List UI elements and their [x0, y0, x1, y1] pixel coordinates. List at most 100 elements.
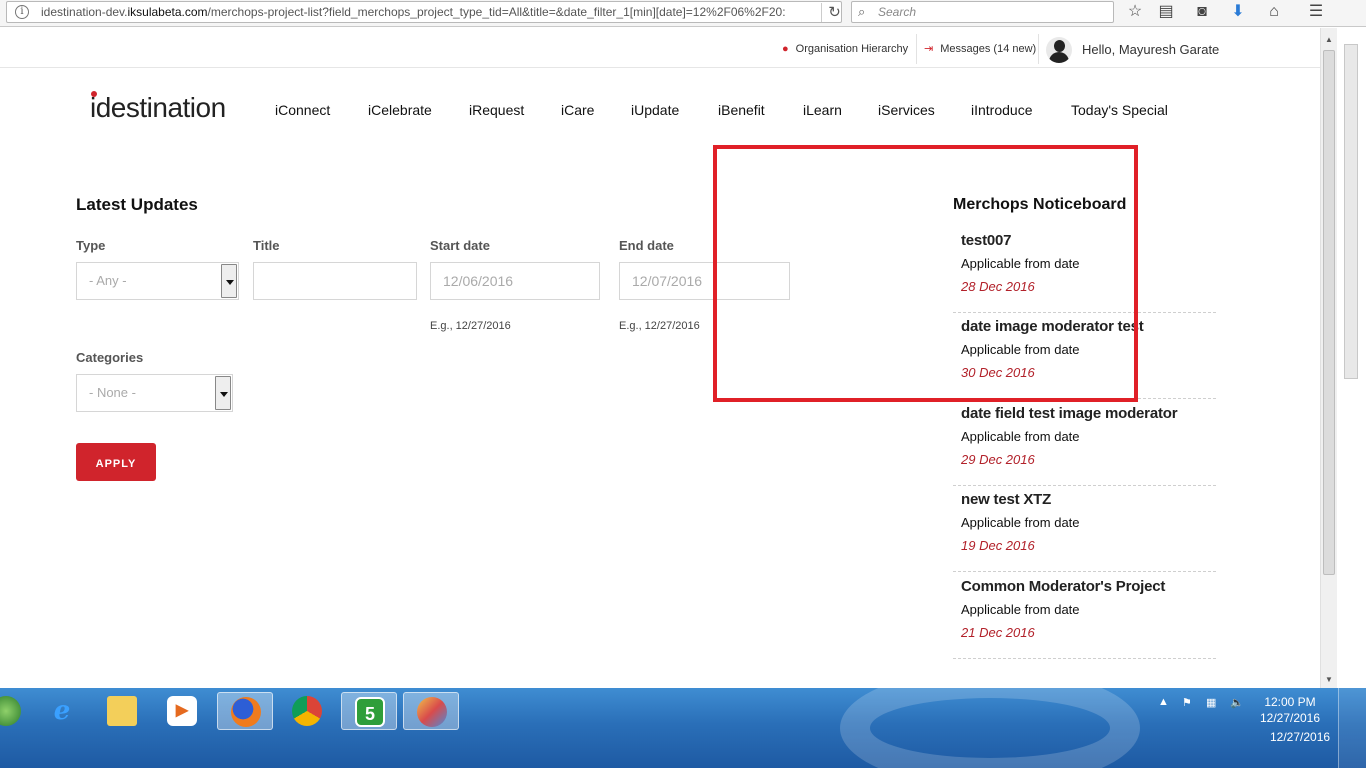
taskbar-clock[interactable]: 12:00 PM 12/27/2016: [1250, 694, 1330, 726]
org-hierarchy-link[interactable]: ● Organisation Hierarchy: [782, 28, 908, 68]
home-icon[interactable]: ⌂: [1263, 2, 1285, 22]
nav-item-iservices[interactable]: iServices: [878, 102, 935, 118]
start-date-hint: E.g., 12/27/2016: [430, 320, 511, 332]
avatar[interactable]: [1046, 37, 1072, 63]
network-icon[interactable]: ▦: [1206, 696, 1216, 709]
pocket-icon[interactable]: ◙: [1191, 2, 1213, 22]
action-center-icon[interactable]: ⚑: [1182, 696, 1192, 709]
scroll-down-icon[interactable]: ▼: [1321, 672, 1337, 688]
nav-item-icelebrate[interactable]: iCelebrate: [368, 102, 432, 118]
download-icon[interactable]: ⬇: [1227, 2, 1249, 22]
nav-item-iupdate[interactable]: iUpdate: [631, 102, 679, 118]
site-logo[interactable]: idestination: [90, 91, 226, 124]
clock-time: 12:00 PM: [1264, 695, 1316, 709]
browser-toolbar: i idestination-dev.iksulabeta.com/mercho…: [0, 0, 1366, 27]
logout-icon: ⇥: [924, 43, 934, 55]
taskbar-paint[interactable]: [403, 692, 459, 730]
notice-date: 29 Dec 2016: [961, 452, 1035, 467]
spreadsheet-icon: 5: [355, 697, 385, 727]
taskbar-glare: [840, 688, 1140, 768]
end-date-label: End date: [619, 238, 674, 253]
notice-subtitle: Applicable from date: [961, 602, 1080, 617]
notice-title[interactable]: test007: [961, 232, 1012, 249]
taskbar-explorer[interactable]: [94, 692, 150, 730]
avatar-body: [1049, 52, 1069, 63]
notice-title[interactable]: date image moderator test: [961, 318, 1144, 335]
categories-label: Categories: [76, 350, 144, 365]
nav-item-irequest[interactable]: iRequest: [469, 102, 524, 118]
noticeboard-title: Merchops Noticeboard: [953, 196, 1127, 213]
notice-date: 30 Dec 2016: [961, 365, 1035, 380]
taskbar-spreadsheet[interactable]: 5: [341, 692, 397, 730]
notice-item[interactable]: Common Moderator's Project Applicable fr…: [953, 572, 1216, 659]
windows-start-icon: [0, 696, 21, 726]
windows-taskbar: e ▶ 5 ▲ ⚑ ▦ 🔈 12:00 PM 12/27/2016 12/27/…: [0, 688, 1366, 768]
media-player-icon: ▶: [167, 696, 197, 726]
reading-list-icon[interactable]: ▤: [1155, 2, 1177, 22]
taskbar-chrome[interactable]: [279, 692, 335, 730]
start-date-value: 12/06/2016: [443, 273, 514, 289]
browser-search-input[interactable]: ⌕ Search: [851, 1, 1114, 23]
page-scrollbar[interactable]: ▲ ▼: [1320, 28, 1337, 688]
notice-subtitle: Applicable from date: [961, 256, 1080, 271]
address-bar[interactable]: i idestination-dev.iksulabeta.com/mercho…: [6, 1, 842, 23]
tray-expand-icon[interactable]: ▲: [1158, 696, 1169, 708]
show-desktop-button[interactable]: [1338, 688, 1366, 768]
scroll-thumb[interactable]: [1323, 50, 1335, 575]
notice-item[interactable]: test007 Applicable from date 28 Dec 2016: [953, 226, 1216, 313]
end-date-value: 12/07/2016: [632, 273, 703, 289]
notice-title[interactable]: date field test image moderator: [961, 405, 1178, 422]
notice-item[interactable]: date image moderator test Applicable fro…: [953, 312, 1216, 399]
logo-text: idestination: [90, 92, 226, 123]
apply-button[interactable]: APPLY: [76, 443, 156, 481]
nav-item-todays-special[interactable]: Today's Special: [1071, 102, 1168, 118]
org-hierarchy-label: Organisation Hierarchy: [795, 43, 909, 55]
messages-link[interactable]: ⇥ Messages (14 new): [924, 28, 1036, 68]
search-icon: ⌕: [858, 4, 866, 19]
nav-item-iconnect[interactable]: iConnect: [275, 102, 330, 118]
reload-icon[interactable]: ↻: [821, 3, 841, 22]
start-button[interactable]: [0, 692, 34, 730]
taskbar-firefox[interactable]: [217, 692, 273, 730]
notice-subtitle: Applicable from date: [961, 342, 1080, 357]
notice-date: 19 Dec 2016: [961, 538, 1035, 553]
paint-icon: [417, 697, 447, 727]
categories-select-value: - None -: [89, 385, 136, 400]
notice-title[interactable]: new test XTZ: [961, 491, 1051, 508]
notice-item[interactable]: new test XTZ Applicable from date 19 Dec…: [953, 485, 1216, 572]
chevron-down-icon[interactable]: [221, 264, 237, 298]
taskbar-ie[interactable]: e: [34, 692, 90, 730]
info-icon[interactable]: i: [15, 5, 29, 19]
avatar-head: [1054, 40, 1065, 52]
end-date-input[interactable]: 12/07/2016: [619, 262, 790, 300]
type-label: Type: [76, 238, 106, 253]
categories-select[interactable]: - None -: [76, 374, 233, 412]
clock-date-echo: 12/27/2016: [1270, 730, 1331, 744]
messages-label: Messages (14 new): [940, 43, 1037, 55]
taskbar-media-player[interactable]: ▶: [154, 692, 210, 730]
menu-icon[interactable]: ☰: [1305, 2, 1327, 22]
chrome-icon: [292, 696, 322, 726]
notice-item[interactable]: date field test image moderator Applicab…: [953, 399, 1216, 486]
nav-item-iintroduce[interactable]: iIntroduce: [971, 102, 1032, 118]
volume-icon[interactable]: 🔈: [1230, 696, 1244, 709]
type-select[interactable]: - Any -: [76, 262, 239, 300]
notice-title[interactable]: Common Moderator's Project: [961, 578, 1165, 595]
end-date-hint: E.g., 12/27/2016: [619, 320, 700, 332]
logo-dot: [91, 91, 97, 97]
nav-item-icare[interactable]: iCare: [561, 102, 594, 118]
clock-date: 12/27/2016: [1259, 711, 1321, 725]
divider: [1038, 34, 1039, 64]
outer-scrollbar-thumb[interactable]: [1344, 44, 1358, 379]
scroll-up-icon[interactable]: ▲: [1321, 32, 1337, 48]
title-input[interactable]: [253, 262, 417, 300]
chevron-down-icon[interactable]: [215, 376, 231, 410]
internet-explorer-icon: e: [53, 696, 71, 726]
nav-item-ilearn[interactable]: iLearn: [803, 102, 842, 118]
start-date-input[interactable]: 12/06/2016: [430, 262, 600, 300]
nav-item-ibenefit[interactable]: iBenefit: [718, 102, 765, 118]
start-date-label: Start date: [430, 238, 490, 253]
search-placeholder: Search: [878, 5, 917, 19]
user-greeting[interactable]: Hello, Mayuresh Garate: [1082, 28, 1219, 68]
bookmark-star-icon[interactable]: ☆: [1124, 2, 1146, 22]
